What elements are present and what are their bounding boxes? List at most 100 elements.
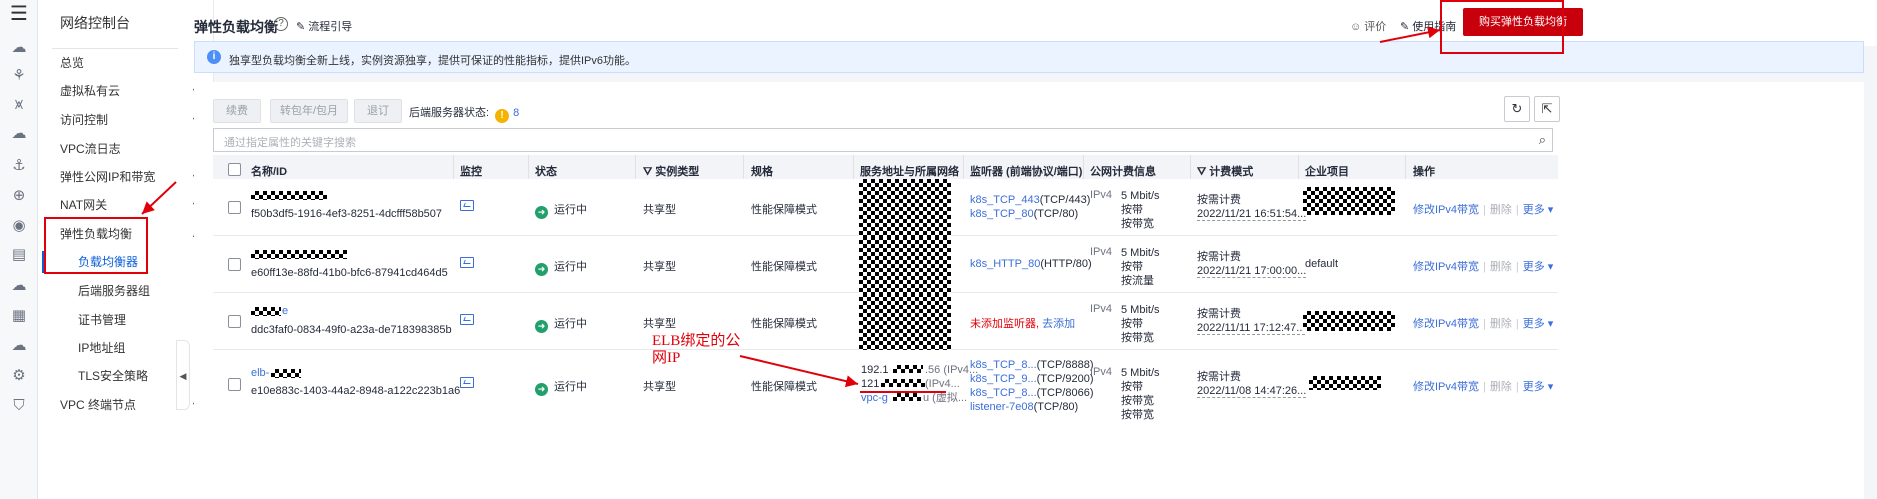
listener-link[interactable]: k8s_HTTP_80(HTTP/80)	[970, 258, 1092, 270]
row-operations: 修改IPv4带宽 | 删除 | 更多 ▾	[1413, 381, 1554, 393]
backend-status[interactable]: 后端服务器状态:! 8	[409, 104, 519, 123]
sidebar-item-overview[interactable]: 总览	[60, 52, 212, 74]
table-row[interactable]: e60ff13e-88fd-41b0-bfc6-87941cd464d5 ➜ 运行…	[213, 236, 1558, 293]
modify-bandwidth-link[interactable]: 修改IPv4带宽	[1413, 204, 1479, 216]
cloud-link-icon[interactable]: ☁	[9, 336, 29, 356]
col-spec: 规格	[751, 166, 773, 178]
row-billing: 按需计费 2022/11/08 14:47:26...	[1197, 371, 1307, 398]
row-checkbox[interactable]	[228, 315, 241, 328]
filter-icon[interactable]: ⛛	[1197, 166, 1209, 178]
to-monthly-button[interactable]: 转包年/包月	[270, 99, 348, 123]
listener-link[interactable]: k8s_TCP_9...(TCP/9200)	[970, 372, 1094, 386]
more-link[interactable]: 更多 ▾	[1523, 261, 1554, 273]
modify-bandwidth-link[interactable]: 修改IPv4带宽	[1413, 261, 1479, 273]
delete-link[interactable]: 删除	[1490, 261, 1512, 273]
row-billing: 按需计费 2022/11/21 16:51:54...	[1197, 194, 1307, 221]
vpc-link[interactable]: vpc-g	[861, 391, 888, 405]
icon-rail: ☰ ☁ ⚘ ⩙ ☁ ⚓ ⊕ ◉ ▤ ☁ ▦ ☁ ⚙ ⛉	[0, 0, 38, 499]
row-name-suffix[interactable]: e	[282, 305, 288, 317]
delete-link[interactable]: 删除	[1490, 381, 1512, 393]
add-listener-link[interactable]: 去添加	[1042, 318, 1075, 330]
cloud-network-icon[interactable]: ☁	[9, 124, 29, 144]
row-checkbox[interactable]	[228, 201, 241, 214]
delete-link[interactable]: 删除	[1490, 318, 1512, 330]
row-spec: 性能保障模式	[751, 381, 817, 393]
monitor-icon[interactable]	[460, 314, 474, 325]
row-status: ➜ 运行中	[535, 315, 587, 333]
target-icon[interactable]: ◉	[9, 216, 29, 236]
listener-link[interactable]: k8s_TCP_80(TCP/80)	[970, 207, 1078, 221]
listener-link[interactable]: k8s_TCP_8...(TCP/8888)	[970, 358, 1094, 372]
sidebar-sub-certificates[interactable]: 证书管理	[78, 309, 208, 331]
smile-icon: ☺	[1350, 21, 1365, 33]
rate-link[interactable]: ☺ 评价	[1350, 18, 1386, 34]
more-link[interactable]: 更多 ▾	[1523, 318, 1554, 330]
redacted-address	[859, 179, 951, 236]
col-billing-info: 公网计费信息	[1090, 166, 1156, 178]
bridge-icon[interactable]: ⩙	[9, 95, 29, 115]
server-icon[interactable]: ▦	[9, 306, 29, 326]
col-name[interactable]: 名称/ID	[251, 163, 287, 179]
sidebar-item-eip-bandwidth[interactable]: 弹性公网IP和带宽▼	[60, 166, 212, 188]
document-icon[interactable]: ▤	[9, 245, 29, 265]
page-header: 弹性负载均衡 ? ✎ 流程引导	[194, 0, 1877, 46]
row-checkbox[interactable]	[228, 258, 241, 271]
backend-status-count[interactable]: 8	[513, 107, 519, 119]
listener-link[interactable]: k8s_TCP_8...(TCP/8066)	[970, 386, 1094, 400]
sidebar-item-nat[interactable]: NAT网关▼	[60, 194, 212, 216]
anchor-icon[interactable]: ⚓	[9, 156, 29, 176]
more-link[interactable]: 更多 ▾	[1523, 381, 1554, 393]
more-link[interactable]: 更多 ▾	[1523, 204, 1554, 216]
sidebar-item-vpc[interactable]: 虚拟私有云▼	[60, 80, 212, 102]
table-row[interactable]: f50b3df5-1916-4ef3-8251-4dcfff58b507 ➜ 运行…	[213, 179, 1558, 236]
search-input[interactable]: 通过指定属性的关键字搜索 ⌕	[213, 128, 1553, 152]
redacted-ip	[881, 379, 925, 387]
export-icon[interactable]: ⇱	[1534, 96, 1560, 122]
modify-bandwidth-link[interactable]: 修改IPv4带宽	[1413, 318, 1479, 330]
row-name[interactable]: elb-	[251, 367, 269, 379]
sidebar-item-vpc-flowlog[interactable]: VPC流日志	[60, 138, 212, 160]
public-ip: 121	[861, 378, 880, 390]
col-operation: 操作	[1413, 166, 1435, 178]
listener-link[interactable]: k8s_TCP_443(TCP/443)	[970, 193, 1090, 207]
redacted-vpc	[893, 393, 921, 401]
sidebar-sub-backend-groups[interactable]: 后端服务器组	[78, 280, 208, 302]
row-bandwidth: 5 Mbit/s 按带 按带宽 按带宽	[1121, 367, 1160, 421]
filter-icon[interactable]: ⛛	[643, 166, 655, 178]
sidebar-title: 网络控制台	[60, 15, 130, 31]
cluster-icon[interactable]: ⚘	[9, 66, 29, 86]
listener-link[interactable]: listener-7e08(TCP/80)	[970, 400, 1078, 414]
col-billing-mode[interactable]: ⛛ 计费模式	[1197, 163, 1253, 179]
delete-link[interactable]: 删除	[1490, 204, 1512, 216]
elb-list-card: 续费 转包年/包月 退订 后端服务器状态:! 8 ↻ ⇱ 通过指定属性的关键字搜索…	[194, 82, 1864, 499]
cloud-icon[interactable]: ☁	[9, 38, 29, 58]
running-icon: ➜	[535, 383, 548, 396]
row-id: f50b3df5-1916-4ef3-8251-4dcfff58b507	[251, 208, 443, 220]
menu-icon[interactable]: ☰	[9, 4, 29, 24]
help-icon[interactable]: ?	[274, 17, 288, 31]
search-icon[interactable]: ⌕	[1539, 132, 1546, 148]
unsubscribe-button[interactable]: 退订	[354, 99, 402, 123]
renew-button[interactable]: 续费	[213, 99, 261, 123]
row-checkbox[interactable]	[228, 378, 241, 391]
monitor-icon[interactable]	[460, 377, 474, 388]
modify-bandwidth-link[interactable]: 修改IPv4带宽	[1413, 381, 1479, 393]
select-all-checkbox[interactable]	[228, 163, 241, 176]
col-instance-type[interactable]: ⛛ 实例类型	[643, 163, 699, 179]
refresh-icon[interactable]: ↻	[1504, 96, 1530, 122]
table-row[interactable]: e ddc3faf0-0834-49f0-a23a-de718398385b ➜…	[213, 293, 1558, 350]
shield-icon[interactable]: ⛉	[9, 396, 29, 416]
monitor-icon[interactable]	[460, 257, 474, 268]
monitor-icon[interactable]	[460, 200, 474, 211]
col-status[interactable]: 状态	[535, 163, 557, 179]
sidebar-item-access-control[interactable]: 访问控制▼	[60, 109, 212, 131]
globe-icon[interactable]: ⊕	[9, 186, 29, 206]
gear-box-icon[interactable]: ⚙	[9, 366, 29, 386]
search-placeholder: 通过指定属性的关键字搜索	[224, 137, 356, 149]
col-listener: 监听器 (前端协议/端口)	[970, 166, 1083, 178]
table-row[interactable]: elb- e10e883c-1403-44a2-8948-a122c223b1a…	[213, 350, 1558, 422]
sidebar-collapse-button[interactable]: ◀	[176, 340, 190, 410]
sidebar-divider	[52, 48, 178, 49]
flow-guide-link[interactable]: ✎ 流程引导	[296, 18, 352, 34]
cloud-outline-icon[interactable]: ☁	[9, 276, 29, 296]
